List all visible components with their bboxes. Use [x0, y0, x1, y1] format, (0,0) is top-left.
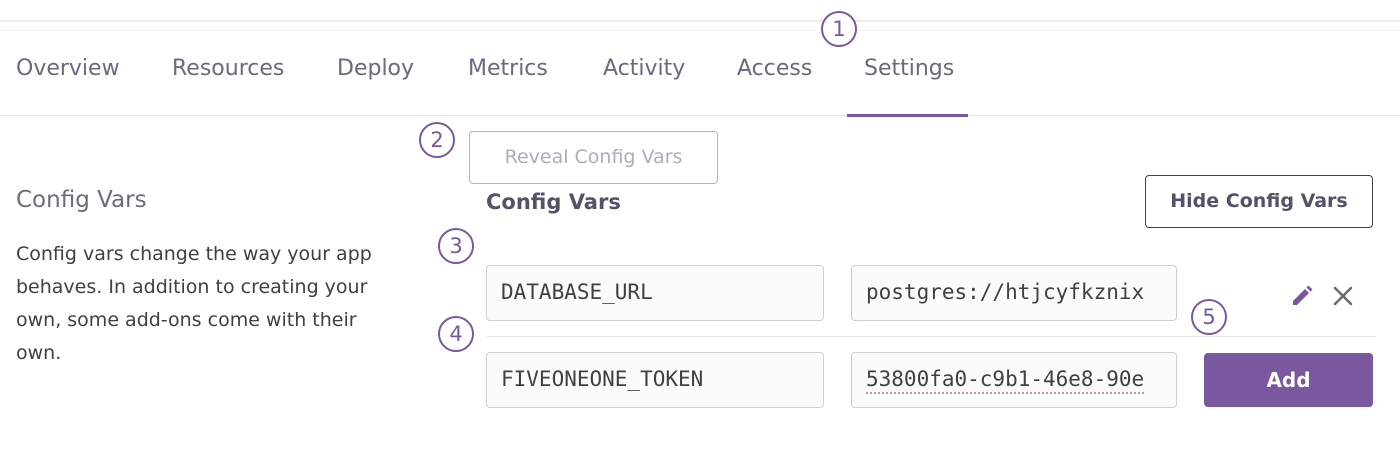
tab-metrics[interactable]: Metrics — [468, 56, 548, 81]
step-marker-1: 1 — [821, 11, 857, 47]
new-config-value-text: 53800fa0-c9b1-46e8-90e — [866, 367, 1145, 391]
new-config-value-field[interactable]: 53800fa0-c9b1-46e8-90e — [851, 352, 1177, 408]
edit-pencil-icon[interactable] — [1288, 282, 1316, 310]
new-config-key-field[interactable]: FIVEONEONE_TOKEN — [486, 352, 824, 408]
reveal-config-vars-button[interactable]: Reveal Config Vars — [469, 131, 718, 184]
step-marker-3: 3 — [438, 228, 474, 264]
top-divider-secondary — [0, 30, 1400, 31]
tab-resources[interactable]: Resources — [172, 56, 284, 81]
hide-config-vars-button[interactable]: Hide Config Vars — [1145, 175, 1373, 228]
active-tab-indicator — [847, 114, 968, 117]
tab-access[interactable]: Access — [737, 56, 812, 81]
tab-settings[interactable]: Settings — [864, 56, 954, 81]
step-marker-2: 2 — [419, 122, 455, 158]
add-config-var-button[interactable]: Add — [1204, 353, 1373, 407]
step-marker-4: 4 — [438, 316, 474, 352]
config-vars-heading: Config Vars — [486, 190, 621, 214]
tab-overview[interactable]: Overview — [16, 56, 120, 81]
row-divider — [486, 336, 1376, 337]
tab-activity[interactable]: Activity — [603, 56, 685, 81]
step-marker-5: 5 — [1191, 299, 1227, 335]
top-divider — [0, 20, 1400, 22]
config-key-field[interactable]: DATABASE_URL — [486, 265, 824, 321]
section-description: Config vars change the way your app beha… — [16, 243, 372, 364]
section-title: Config Vars — [16, 187, 147, 213]
delete-x-icon[interactable] — [1332, 285, 1354, 307]
config-value-field[interactable]: postgres://htjcyfkznix — [851, 265, 1177, 321]
nav-bottom-border — [0, 115, 1400, 116]
tab-deploy[interactable]: Deploy — [337, 56, 414, 81]
